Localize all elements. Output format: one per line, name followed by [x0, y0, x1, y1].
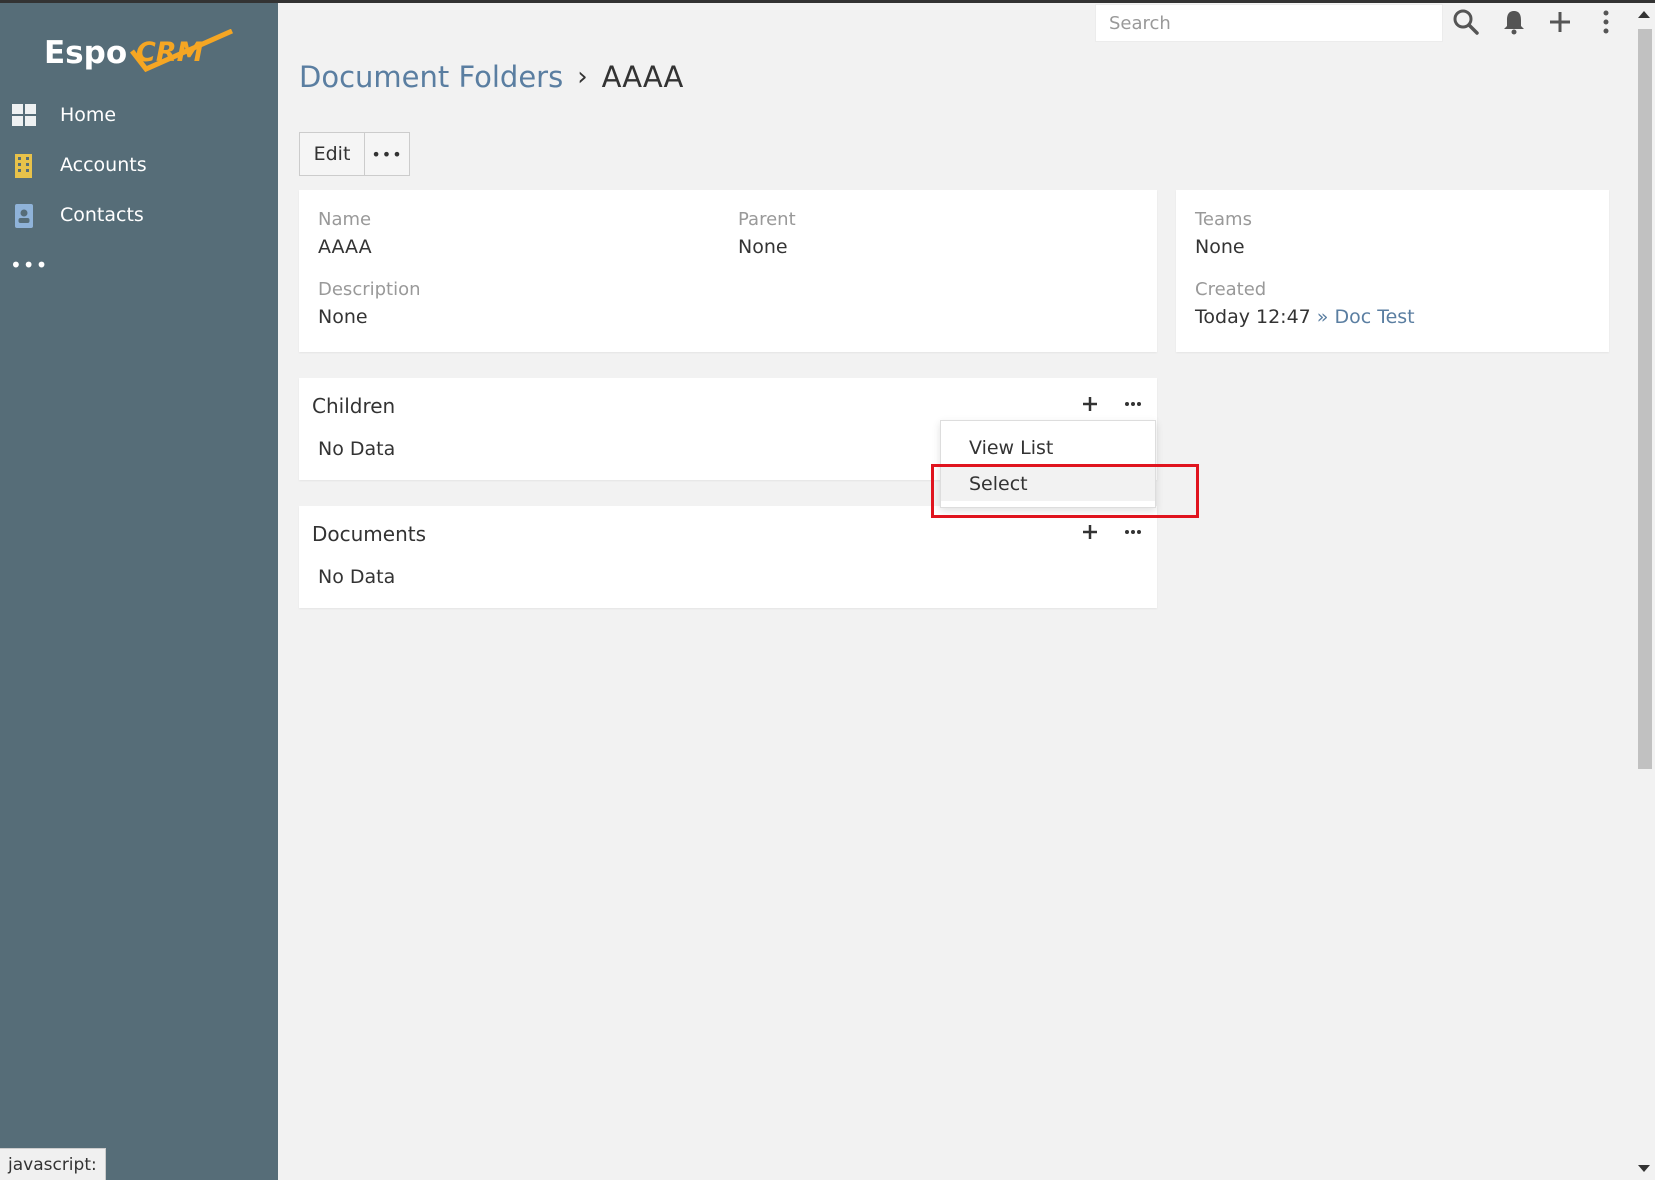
scroll-down-arrow-icon[interactable] [1638, 1165, 1650, 1172]
children-create-plus-icon[interactable] [1076, 390, 1104, 418]
documents-no-data: No Data [318, 566, 396, 588]
sidebar-more-button[interactable]: ••• [10, 253, 48, 277]
parent-label: Parent [738, 209, 796, 230]
dropdown-view-list[interactable]: View List [941, 431, 1155, 465]
name-value: AAAA [318, 236, 372, 258]
espocrm-logo[interactable]: Espo CRM [44, 29, 234, 75]
breadcrumb-separator: › [577, 62, 588, 92]
search-icon[interactable] [1452, 8, 1480, 36]
children-no-data: No Data [318, 438, 396, 460]
sidebar-item-label: Accounts [60, 154, 147, 176]
documents-panel: Documents No Data [299, 506, 1157, 608]
breadcrumb: Document Folders › AAAA [299, 60, 683, 94]
global-search-input[interactable]: Search [1095, 4, 1443, 42]
scroll-up-arrow-icon[interactable] [1638, 11, 1650, 18]
teams-label: Teams [1195, 209, 1252, 230]
bell-icon[interactable] [1500, 8, 1528, 36]
sidebar-item-contacts[interactable]: Contacts [0, 194, 278, 238]
parent-value: None [738, 236, 788, 258]
more-actions-button[interactable]: ••• [365, 132, 410, 176]
sidebar: Espo CRM Home Accounts Contacts ••• [0, 3, 278, 1180]
sidebar-item-home[interactable]: Home [0, 94, 278, 138]
scroll-thumb[interactable] [1638, 29, 1652, 769]
page-title: AAAA [601, 60, 684, 94]
documents-create-plus-icon[interactable] [1076, 518, 1104, 546]
created-by-user-link[interactable]: Doc Test [1334, 306, 1414, 328]
description-value: None [318, 306, 368, 328]
sidebar-item-label: Contacts [60, 204, 144, 226]
kebab-menu-icon[interactable] [1592, 8, 1620, 36]
building-icon [15, 154, 32, 178]
breadcrumb-document-folders-link[interactable]: Document Folders [299, 60, 563, 94]
name-label: Name [318, 209, 372, 230]
sidebar-item-label: Home [60, 104, 117, 126]
record-detail-panel: Name AAAA Parent None Description None [299, 190, 1157, 352]
svg-text:Espo: Espo [44, 35, 127, 71]
edit-button[interactable]: Edit [299, 132, 365, 176]
record-side-panel: Teams None Created Today 12:47 » Doc Tes… [1176, 190, 1609, 352]
svg-text:CRM: CRM [136, 37, 204, 68]
children-menu-dots-icon[interactable] [1119, 390, 1147, 418]
description-label: Description [318, 279, 421, 300]
record-action-buttons: Edit ••• [299, 132, 410, 176]
created-by-separator: » [1316, 306, 1329, 328]
dashboard-grid-icon [12, 104, 36, 126]
created-value: Today 12:47 » Doc Test [1195, 306, 1415, 328]
created-label: Created [1195, 279, 1267, 300]
children-panel-title: Children [312, 394, 396, 418]
page-scrollbar[interactable] [1633, 3, 1655, 1180]
sidebar-item-accounts[interactable]: Accounts [0, 144, 278, 188]
plus-icon[interactable] [1546, 8, 1574, 36]
teams-value: None [1195, 236, 1245, 258]
documents-panel-title: Documents [312, 522, 427, 546]
highlight-annotation-box [931, 464, 1199, 518]
documents-menu-dots-icon[interactable] [1119, 518, 1147, 546]
created-time: Today 12:47 [1195, 306, 1311, 328]
contact-card-icon [15, 204, 33, 228]
browser-status-bar: javascript: [0, 1148, 106, 1180]
